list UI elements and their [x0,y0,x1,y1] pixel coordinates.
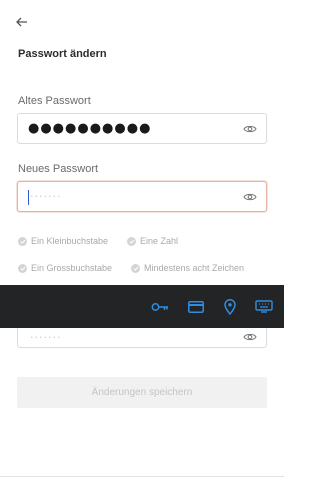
credit-card-icon[interactable] [187,298,205,316]
confirm-password-placeholder: ······· [30,331,62,344]
old-password-field[interactable]: ●●●●●●●●●● [17,113,267,144]
check-icon [18,263,27,273]
back-arrow-icon[interactable] [14,14,30,30]
new-password-field[interactable]: ······· [17,181,267,212]
key-icon[interactable] [151,298,169,316]
rule-label: Eine Zahl [140,236,179,246]
page-title: Passwort ändern [18,48,107,60]
save-changes-button[interactable]: Änderungen speichern [17,377,267,408]
location-pin-icon[interactable] [221,298,239,316]
new-password-placeholder: ······· [30,190,62,203]
check-icon [127,236,136,246]
old-password-label: Altes Passwort [18,95,91,107]
rule-label: Mindestens acht Zeichen [144,263,245,273]
rule-label: Ein Grossbuchstabe [31,263,113,273]
show-password-icon[interactable] [243,192,257,202]
rule-label: Ein Kleinbuchstabe [31,236,109,246]
rule-lowercase: Ein Kleinbuchstabe [18,236,108,246]
keyboard-icon[interactable] [255,298,273,316]
rule-min-length: Mindestens acht Zeichen [131,263,244,273]
text-caret [28,190,29,205]
autofill-toolbar [0,285,284,328]
check-icon [131,263,140,273]
rule-number: Eine Zahl [127,236,178,246]
divider [0,476,284,477]
old-password-value: ●●●●●●●●●● [28,121,152,136]
show-password-icon[interactable] [243,332,257,342]
show-password-icon[interactable] [243,124,257,134]
check-icon [18,236,27,246]
rule-uppercase: Ein Grossbuchstabe [18,263,112,273]
new-password-label: Neues Passwort [18,163,99,175]
